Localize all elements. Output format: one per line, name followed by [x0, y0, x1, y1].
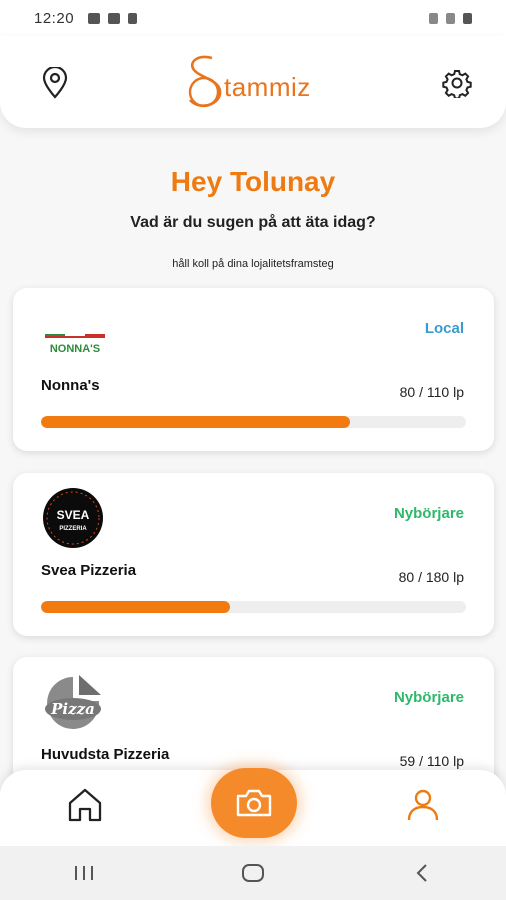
progress-fill — [41, 416, 350, 428]
status-time: 12:20 — [34, 9, 75, 27]
close-box-icon — [128, 12, 138, 24]
loyalty-level: Local — [424, 320, 464, 337]
loyalty-hint: håll koll på dina lojalitetsframsteg — [172, 258, 334, 270]
greeting-title: Hey Tolunay — [170, 166, 336, 197]
svea-logo-text: SVEA — [57, 508, 90, 522]
image-icon — [88, 12, 101, 24]
location-button[interactable] — [38, 66, 72, 100]
status-bar: 12:20 — [0, 0, 506, 36]
signal-off-icon — [429, 12, 438, 24]
nonnas-logo-text: NONNA'S — [50, 343, 100, 355]
recent-apps-icon — [75, 866, 94, 880]
app-header: tammiz — [0, 36, 506, 128]
camera-icon — [236, 789, 272, 817]
back-button[interactable] — [402, 858, 442, 888]
home-icon — [68, 788, 102, 822]
recent-apps-button[interactable] — [64, 858, 104, 888]
nav-camera-button[interactable] — [211, 768, 297, 838]
pizza-logo-text: Pizza — [50, 700, 95, 718]
loyalty-level: Nybörjare — [393, 505, 464, 522]
nonnas-logo: NONNA'S — [39, 302, 111, 362]
restaurant-name: Nonna's — [41, 377, 100, 394]
youtube-icon — [108, 12, 121, 24]
battery-icon — [463, 12, 472, 24]
subtitle: Vad är du sugen på att äta idag? — [130, 214, 376, 231]
svea-pizzeria-logo: SVEA PIZZERIA — [39, 487, 111, 548]
bottom-nav — [0, 768, 506, 846]
restaurant-card[interactable]: NONNA'S Local Nonna's 80 / 110 lp — [13, 288, 494, 451]
logo-text: tammiz — [224, 72, 311, 102]
loyalty-level: Nybörjare — [393, 689, 464, 706]
stammiz-logo: tammiz — [182, 52, 332, 114]
restaurant-name: Huvudsta Pizzeria — [41, 746, 170, 763]
restaurant-card[interactable]: SVEA PIZZERIA Nybörjare Svea Pizzeria 80… — [13, 473, 494, 636]
progress-track — [41, 601, 466, 613]
profile-icon — [407, 789, 439, 821]
nav-home-button[interactable] — [64, 784, 106, 826]
progress-fill — [41, 601, 230, 613]
back-icon — [416, 864, 427, 882]
loyalty-points: 80 / 110 lp — [399, 384, 464, 400]
loyalty-points: 59 / 110 lp — [399, 753, 464, 769]
no-sim-icon — [446, 12, 455, 24]
settings-button[interactable] — [440, 66, 474, 100]
svea-logo-subtext: PIZZERIA — [59, 526, 87, 532]
nav-profile-button[interactable] — [402, 784, 444, 826]
loyalty-points: 80 / 180 lp — [398, 569, 464, 585]
progress-track — [41, 416, 466, 428]
system-nav-bar — [0, 846, 506, 900]
gear-icon — [442, 70, 472, 98]
pizza-logo: Pizza — [39, 671, 111, 731]
home-circle-icon — [241, 864, 264, 882]
location-pin-icon — [42, 67, 68, 99]
restaurant-name: Svea Pizzeria — [41, 562, 137, 579]
system-home-button[interactable] — [233, 858, 273, 888]
